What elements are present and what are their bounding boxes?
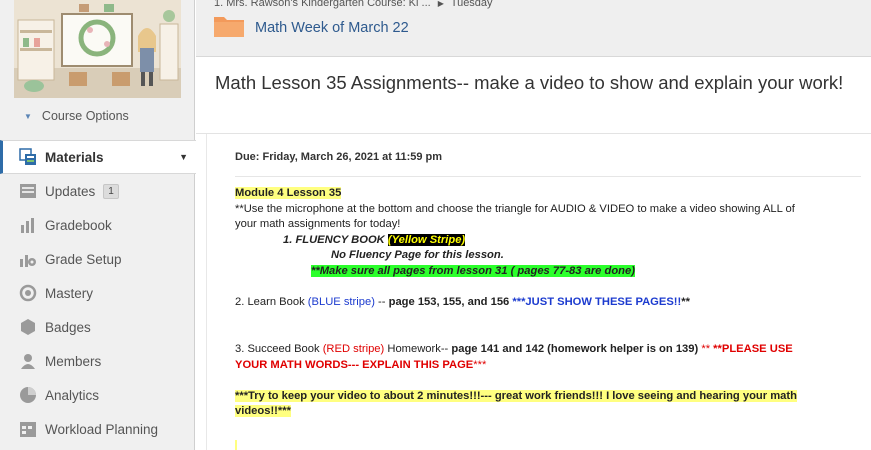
badges-icon — [18, 317, 38, 337]
breadcrumb-folder-link[interactable]: Tuesday — [451, 0, 493, 9]
assignment-description: Module 4 Lesson 35 **Use the microphone … — [235, 186, 855, 420]
sidebar: ▼ Course Options Materials ▼ Updates 1 G… — [0, 0, 196, 450]
caret-down-icon: ▼ — [24, 111, 32, 121]
closing-line-2: videos!!*** — [235, 405, 291, 418]
folder-title[interactable]: Math Week of March 22 — [255, 20, 409, 36]
updates-icon — [18, 181, 38, 201]
succeed-book-math-words: YOUR MATH WORDS--- EXPLAIN THIS PAGE — [235, 358, 474, 371]
sidebar-item-label: Badges — [45, 319, 91, 335]
learn-book-dash: -- — [374, 296, 389, 309]
course-options-toggle[interactable]: ▼ Course Options — [24, 109, 129, 123]
sidebar-item-badges[interactable]: Badges — [0, 310, 195, 344]
succeed-book-line-2: YOUR MATH WORDS--- EXPLAIN THIS PAGE*** — [235, 358, 855, 374]
breadcrumb: 1. Mrs. Rawson's Kindergarten Course: Ki… — [214, 0, 493, 9]
chevron-down-icon[interactable]: ▼ — [179, 152, 188, 162]
analytics-icon — [18, 385, 38, 405]
sidebar-item-label: Members — [45, 353, 102, 369]
sidebar-item-label: Analytics — [45, 387, 100, 403]
learn-book-line: 2. Learn Book (BLUE stripe) -- page 153,… — [235, 295, 855, 311]
course-image — [14, 0, 181, 98]
instructions-line-1: **Use the microphone at the bottom and c… — [235, 202, 795, 215]
succeed-book-stars: ** — [698, 342, 714, 355]
sidebar-item-grade-setup[interactable]: Grade Setup — [0, 242, 195, 276]
title-area: Math Lesson 35 Assignments-- make a vide… — [196, 58, 871, 134]
no-fluency-note: No Fluency Page for this lesson. — [331, 249, 504, 262]
succeed-book-label: 3. Succeed Book — [235, 342, 323, 355]
sidebar-item-gradebook[interactable]: Gradebook — [0, 208, 195, 242]
sidebar-item-label: Mastery — [45, 285, 94, 301]
assignment-body-panel: Due: Friday, March 26, 2021 at 11:59 pm … — [206, 134, 871, 450]
learn-book-pages: page 153, 155, and 156 — [388, 296, 510, 309]
assignment-content: Due: Friday, March 26, 2021 at 11:59 pm … — [196, 134, 871, 450]
gradebook-icon — [18, 215, 38, 235]
closing-line-1: ***Try to keep your video to about 2 min… — [235, 389, 797, 402]
sidebar-item-updates[interactable]: Updates 1 — [0, 174, 195, 208]
mastery-icon — [18, 283, 38, 303]
succeed-book-line: 3. Succeed Book (RED stripe) Homework-- … — [235, 342, 855, 358]
succeed-book-stripe: (RED stripe) — [322, 342, 385, 355]
sidebar-item-analytics[interactable]: Analytics — [0, 378, 195, 412]
materials-icon — [18, 147, 38, 167]
make-sure-note: **Make sure all pages from lesson 31 ( p… — [311, 264, 635, 277]
sidebar-item-members[interactable]: Members — [0, 344, 195, 378]
breadcrumb-arrow-icon: ▶ — [437, 0, 444, 8]
fluency-book-label: 1. FLUENCY BOOK — [283, 233, 385, 246]
sidebar-item-label: Materials — [45, 149, 104, 165]
sidebar-item-label: Gradebook — [45, 217, 112, 233]
succeed-book-emphasis: **PLEASE USE — [713, 342, 793, 355]
instructions-line-2: your math assignments for today! — [235, 218, 401, 231]
sidebar-nav: Materials ▼ Updates 1 Gradebook Grade Se… — [0, 140, 196, 446]
highlight-mark — [235, 440, 237, 450]
learn-book-tail: ** — [681, 296, 690, 309]
sidebar-item-label: Workload Planning — [45, 421, 159, 437]
sidebar-item-materials[interactable]: Materials ▼ — [0, 140, 196, 174]
breadcrumb-course-link[interactable]: 1. Mrs. Rawson's Kindergarten Course: Ki… — [214, 0, 431, 9]
module-heading: Module 4 Lesson 35 — [235, 187, 342, 199]
page-title: Math Lesson 35 Assignments-- make a vide… — [215, 72, 844, 93]
folder-icon — [214, 15, 244, 37]
sidebar-item-label: Grade Setup — [45, 251, 122, 267]
sidebar-item-label: Updates — [45, 183, 96, 199]
members-icon — [18, 351, 38, 371]
succeed-book-stars-tail: *** — [473, 358, 487, 371]
fluency-stripe-label: (Yellow Stripe) — [387, 233, 466, 246]
grade-setup-icon — [18, 249, 38, 269]
course-options-label: Course Options — [41, 109, 129, 123]
divider — [235, 176, 861, 177]
updates-count-badge: 1 — [103, 183, 119, 199]
succeed-book-homework: Homework-- — [384, 342, 452, 355]
sidebar-item-mastery[interactable]: Mastery — [0, 276, 195, 310]
learn-book-emphasis: ***JUST SHOW THESE PAGES!! — [509, 296, 682, 309]
learn-book-label: 2. Learn Book — [235, 296, 308, 309]
due-date: Due: Friday, March 26, 2021 at 11:59 pm — [235, 151, 443, 163]
learn-book-stripe: (BLUE stripe) — [307, 296, 375, 309]
sidebar-item-workload-planning[interactable]: Workload Planning — [0, 412, 195, 446]
workload-planning-icon — [18, 419, 38, 439]
succeed-book-pages: page 141 and 142 (homework helper is on … — [451, 342, 699, 355]
page-header: 1. Mrs. Rawson's Kindergarten Course: Ki… — [196, 0, 871, 57]
